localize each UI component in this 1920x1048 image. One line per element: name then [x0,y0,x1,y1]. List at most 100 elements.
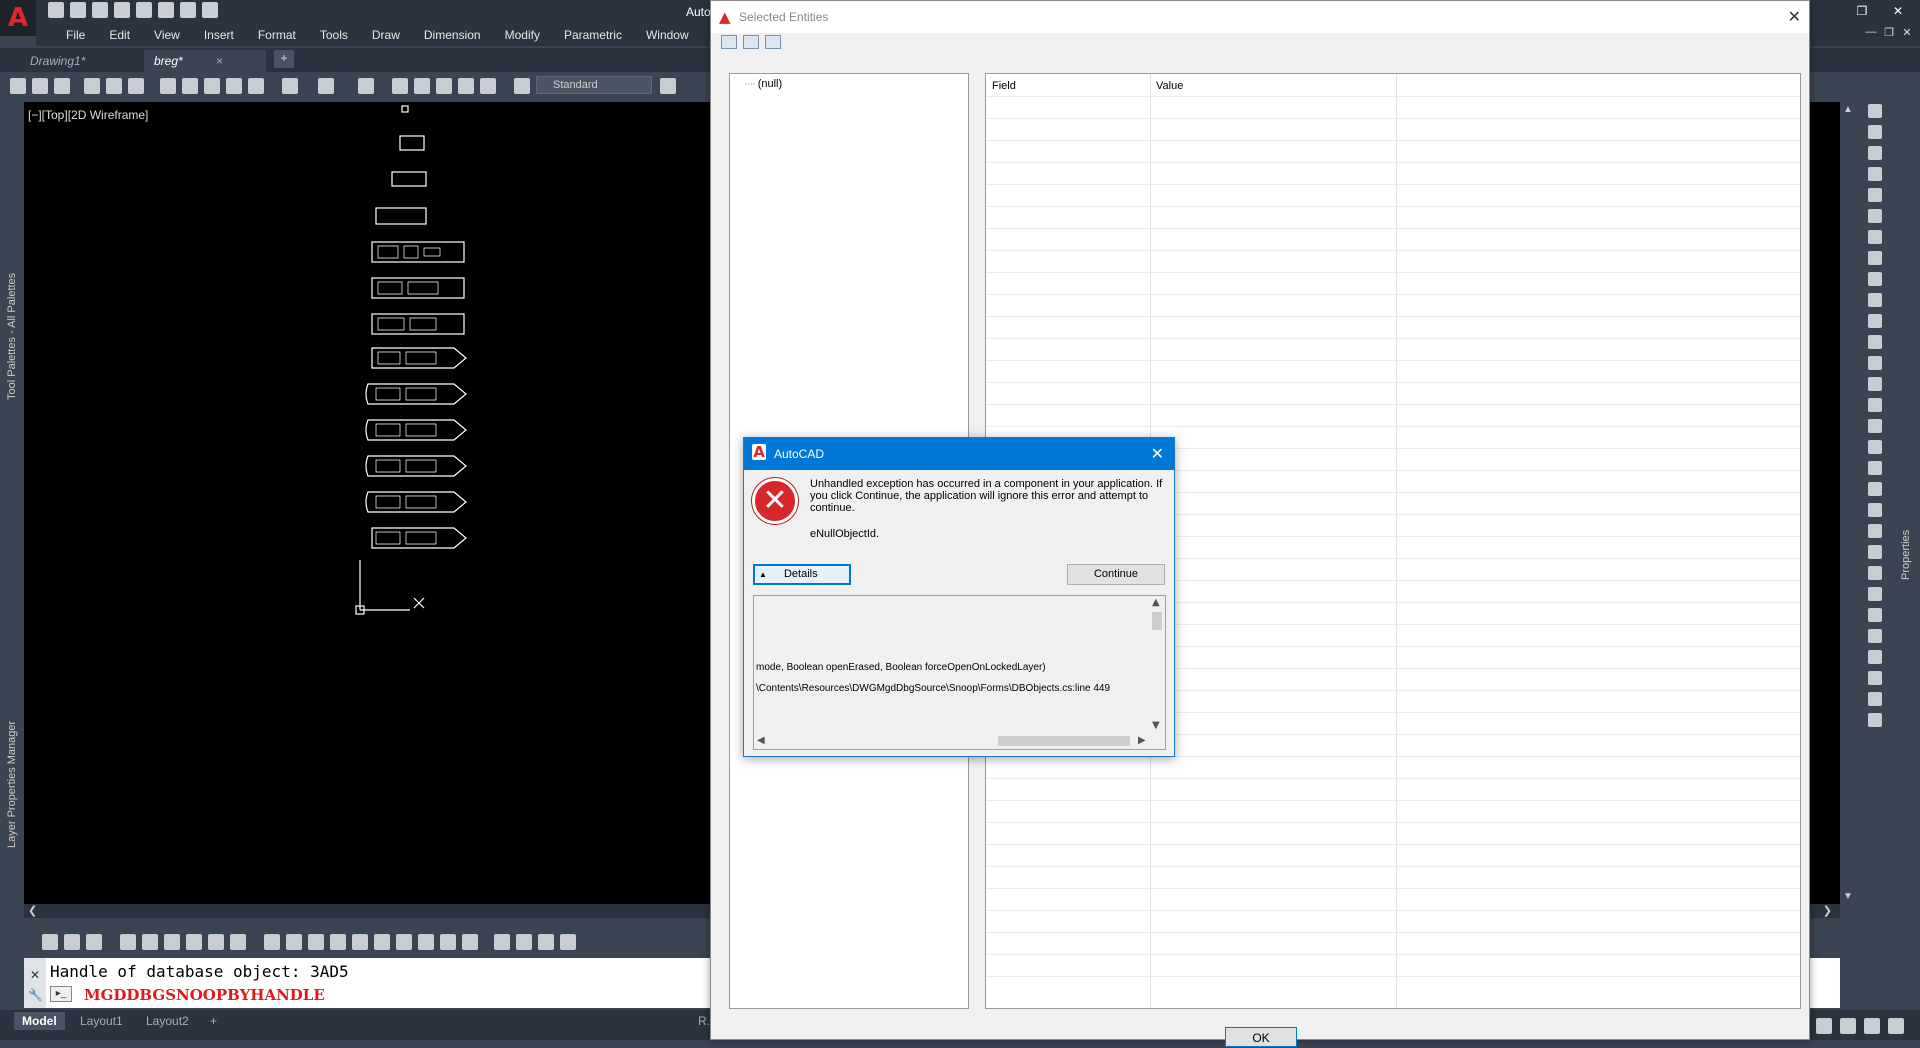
copy-icon[interactable] [182,78,198,94]
open-icon[interactable] [70,2,86,18]
mirror-icon[interactable] [1868,146,1882,160]
minimize-doc-icon[interactable]: — [1862,26,1880,39]
redo-icon[interactable] [180,2,196,18]
menu-parametric[interactable]: Parametric [552,26,634,46]
close-window-icon[interactable]: ✕ [1880,0,1916,22]
chamfer-icon[interactable] [1868,377,1882,391]
tool-palettes-tab[interactable]: Tool Palettes - All Palettes [6,273,18,400]
rectangle-icon[interactable] [142,934,158,950]
customize-command-icon[interactable]: 🔧 [28,988,43,1002]
vertical-scrollbar[interactable]: ▲ ▼ [1840,102,1856,904]
ok-button[interactable]: OK [1225,1027,1297,1047]
inspect-icon[interactable] [1868,671,1882,685]
isolate-objects-icon[interactable] [1864,1018,1880,1034]
scale-icon[interactable] [1868,251,1882,265]
dimension-angular-icon[interactable] [1868,545,1882,559]
circle-icon[interactable] [286,934,302,950]
stretch-icon[interactable] [1868,272,1882,286]
tab-layout1[interactable]: Layout1 [72,1012,131,1030]
close-icon[interactable]: ✕ [1788,7,1801,26]
paste-icon[interactable] [204,78,220,94]
line-icon[interactable] [42,934,58,950]
text-style-icon[interactable] [514,78,530,94]
close-doc-icon[interactable]: ✕ [1898,26,1916,39]
tolerance-icon[interactable] [1868,629,1882,643]
print-icon[interactable] [136,2,152,18]
sheet-set-icon[interactable] [458,78,474,94]
tab-breg[interactable]: breg* × [144,50,266,72]
properties-tab[interactable]: Properties [1900,530,1912,580]
undo-icon[interactable] [282,78,298,94]
join-icon[interactable] [1868,356,1882,370]
menu-insert[interactable]: Insert [192,26,246,46]
scroll-thumb[interactable] [1152,612,1162,630]
gradient-icon[interactable] [396,934,412,950]
scroll-right-icon[interactable]: ❯ [1823,904,1832,917]
properties-icon[interactable] [392,78,408,94]
cut-icon[interactable] [160,78,176,94]
command-input[interactable]: MGDDBGSNOOPBYHANDLE [84,986,325,1004]
restore-window-icon[interactable]: ❐ [1844,0,1880,22]
match-properties-icon[interactable] [226,78,242,94]
tab-layout2[interactable]: Layout2 [138,1012,197,1030]
restore-doc-icon[interactable]: ❐ [1880,26,1898,39]
command-line-handle[interactable]: ✕ 🔧 [24,958,46,1008]
details-textbox[interactable]: mode, Boolean openErased, Boolean forceO… [753,595,1166,750]
menu-window[interactable]: Window [634,26,701,46]
menu-format[interactable]: Format [246,26,308,46]
new-tab-button[interactable]: + [274,50,294,68]
close-tab-icon[interactable]: × [216,54,223,68]
spline-icon[interactable] [330,934,346,950]
scroll-up-icon[interactable]: ▲ [1152,597,1160,608]
scroll-right-icon[interactable]: ▶ [1138,735,1146,746]
details-button[interactable]: ▲ Details [753,564,851,585]
tool-palettes-icon[interactable] [436,78,452,94]
save-icon[interactable] [92,2,108,18]
revcloud-icon[interactable] [308,934,324,950]
scroll-up-icon[interactable]: ▲ [1843,104,1853,115]
menu-modify[interactable]: Modify [493,26,552,46]
dimension-quick-icon[interactable] [1868,566,1882,580]
tree-node[interactable]: ···· (null) [744,78,782,90]
construction-line-icon[interactable] [64,934,80,950]
workspace-icon[interactable] [1840,1018,1856,1034]
undo-icon[interactable] [158,2,174,18]
select-entity-icon[interactable] [721,35,737,49]
jogged-icon[interactable] [1868,692,1882,706]
redo-icon[interactable] [318,78,334,94]
plot-preview-icon[interactable] [106,78,122,94]
dimension-arc-icon[interactable] [1868,482,1882,496]
erase-icon[interactable] [1868,104,1882,118]
continue-button[interactable]: Continue [1067,564,1165,585]
save-icon[interactable] [54,78,70,94]
menu-draw[interactable]: Draw [360,26,412,46]
dimension-radius-icon[interactable] [1868,503,1882,517]
block-editor-icon[interactable] [248,78,264,94]
scroll-down-icon[interactable]: ▼ [1152,720,1160,731]
dimension-edit-icon[interactable] [1868,713,1882,727]
hatch-icon[interactable] [374,934,390,950]
trim-icon[interactable] [1868,293,1882,307]
new-layout-button[interactable]: + [202,1012,225,1030]
polygon-icon[interactable] [120,934,136,950]
menu-tools[interactable]: Tools [308,26,360,46]
explode-icon[interactable] [1868,419,1882,433]
dimension-linear-icon[interactable] [1868,440,1882,454]
application-menu-button[interactable]: A [0,0,36,36]
text-style-select[interactable]: Standard [536,76,652,94]
move-icon[interactable] [1868,209,1882,223]
find-icon[interactable] [743,35,759,49]
mtext-icon[interactable] [186,934,202,950]
menu-dimension[interactable]: Dimension [412,26,493,46]
layer-properties-tab[interactable]: Layer Properties Manager [6,721,18,848]
region-icon[interactable] [418,934,434,950]
polyline-icon[interactable] [86,934,102,950]
dimension-aligned-icon[interactable] [1868,461,1882,475]
new-icon[interactable] [48,2,64,18]
command-prompt-icon[interactable]: ▸_ [50,986,72,1002]
menu-edit[interactable]: Edit [97,26,142,46]
erase-icon[interactable] [494,934,510,950]
customization-icon[interactable] [1888,1018,1904,1034]
close-command-line-icon[interactable]: ✕ [30,968,40,982]
ellipse-icon[interactable] [352,934,368,950]
